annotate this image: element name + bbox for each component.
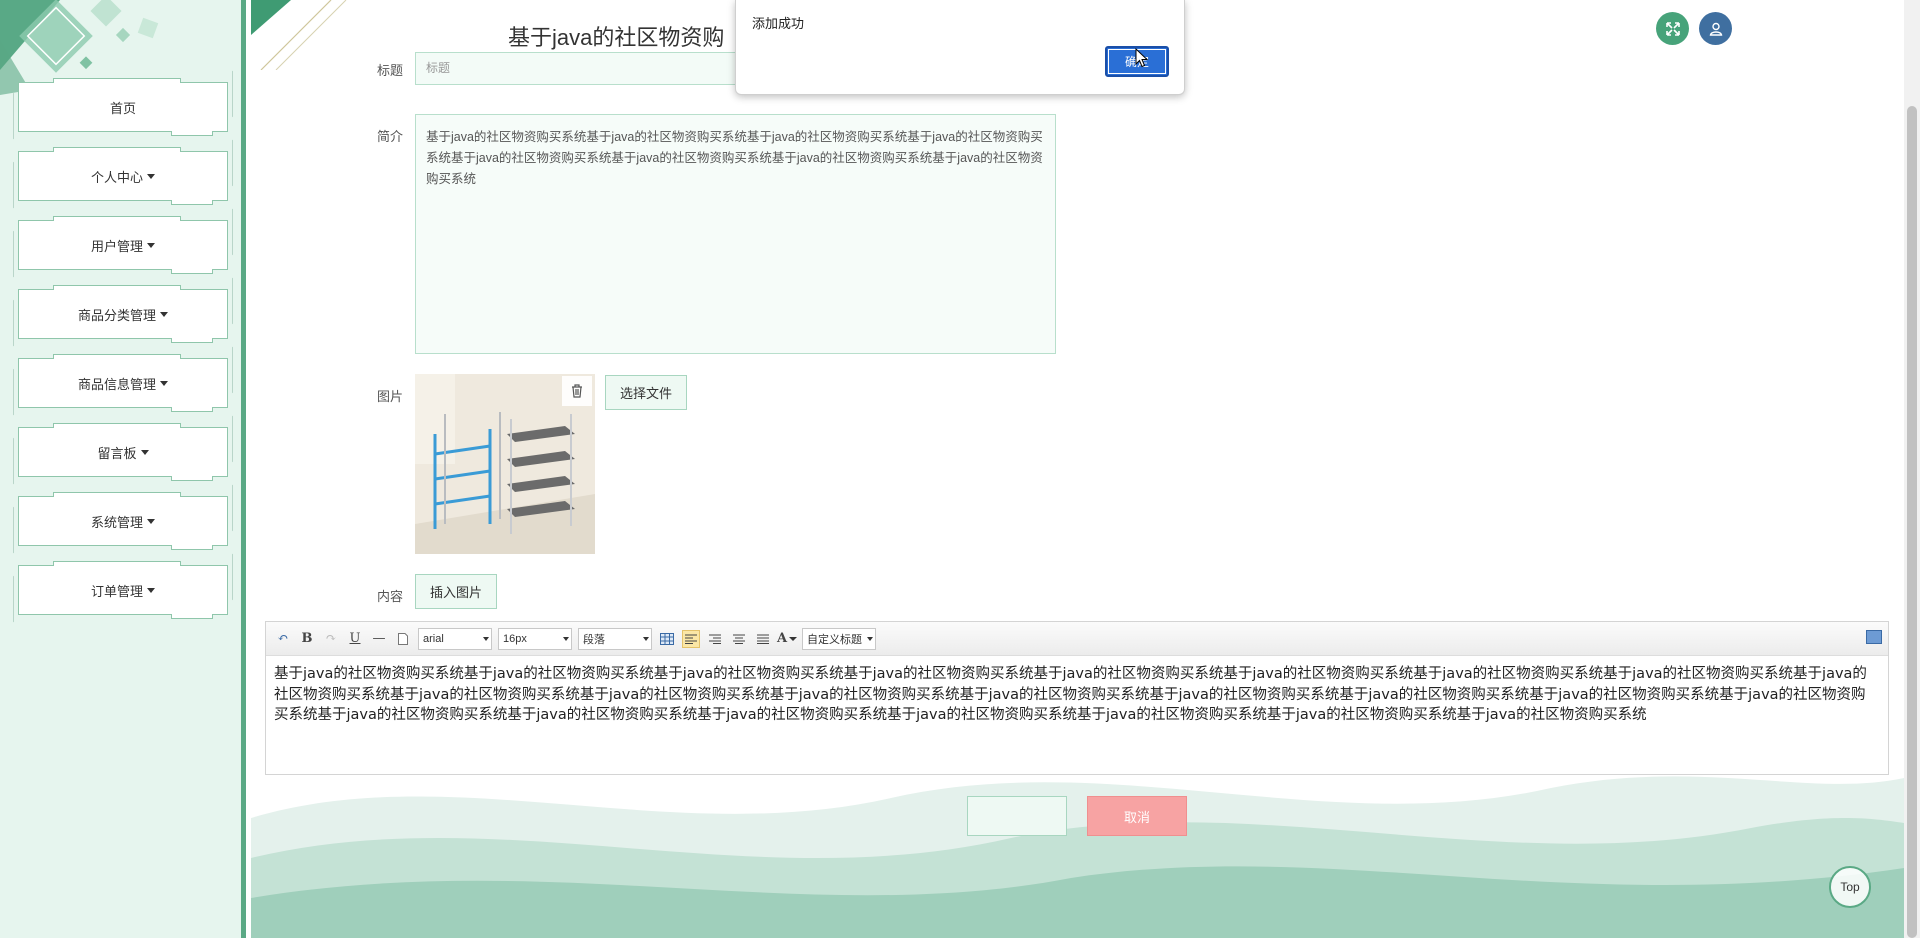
horizontal-rule-icon[interactable]: — [370,630,388,648]
caret-down-icon [147,587,155,593]
paragraph-select[interactable]: 段落 [578,627,652,650]
sidebar-item-user-management[interactable]: 用户管理 [18,216,228,274]
chevron-down-icon [643,636,649,641]
font-size-select[interactable]: 16px [498,627,572,650]
source-view-icon[interactable] [1866,630,1882,644]
sidebar-menu: 首页 个人中心 用户管理 商品分类管理 商品信息管理 留言板 系统管理 订单管理 [18,78,228,634]
underline-icon[interactable]: U [346,630,364,648]
sidebar-item-label: 系统管理 [90,514,143,530]
trash-icon [572,384,582,398]
sidebar-item-label: 留言板 [97,445,137,461]
table-icon[interactable] [658,630,676,648]
sidebar-item-label: 订单管理 [90,583,143,599]
sidebar-item-label: 首页 [109,100,136,116]
sidebar-item-product-management[interactable]: 商品信息管理 [18,354,228,412]
sidebar-item-label: 商品信息管理 [77,376,156,392]
sidebar-item-label: 商品分类管理 [77,307,156,323]
title-label: 标题 [377,63,404,78]
content-label: 内容 [377,589,404,604]
document-icon[interactable] [394,630,412,648]
header-icons [1656,12,1732,45]
back-to-top-button[interactable]: Top [1829,866,1871,908]
caret-down-icon [147,518,155,524]
caret-down-icon [140,449,149,455]
chevron-down-icon [483,636,489,641]
align-justify-icon[interactable] [754,630,772,648]
caret-down-icon [147,242,155,248]
custom-heading-select[interactable]: 自定义标题 [802,627,876,650]
sidebar: 首页 个人中心 用户管理 商品分类管理 商品信息管理 留言板 系统管理 订单管理 [0,0,246,938]
align-left-icon[interactable] [682,629,700,648]
undo-icon[interactable]: ↶ [274,630,292,648]
mouse-cursor-icon [1135,48,1149,68]
rich-text-editor: ↶ B ↷ U — arial 16px 段落 A 自定义标题 基于java的社… [265,621,1889,775]
align-right-icon[interactable] [706,630,724,648]
header-decoration [251,0,347,70]
alert-message: 添加成功 [752,16,805,31]
sidebar-item-message-board[interactable]: 留言板 [18,423,228,481]
sidebar-item-personal-center[interactable]: 个人中心 [18,147,228,205]
choose-file-button[interactable]: 选择文件 [605,375,687,410]
caret-down-icon [147,173,155,179]
cancel-button[interactable]: 取消 [1087,796,1187,836]
scrollbar-thumb[interactable] [1907,106,1917,938]
page-title: 基于java的社区物资购 [508,25,725,50]
delete-image-button[interactable] [562,376,592,406]
alert-dialog: 添加成功 确定 [735,0,1185,95]
bold-icon[interactable]: B [298,630,316,648]
caret-down-icon [160,311,168,317]
redo-icon[interactable]: ↷ [322,630,340,648]
font-color-icon[interactable]: A [777,630,798,648]
insert-image-button[interactable]: 插入图片 [415,574,497,609]
sidebar-item-category-management[interactable]: 商品分类管理 [18,285,228,343]
sidebar-item-home[interactable]: 首页 [18,78,228,136]
align-center-icon[interactable] [730,630,748,648]
sidebar-item-order-management[interactable]: 订单管理 [18,561,228,619]
intro-textarea[interactable]: 基于java的社区物资购买系统基于java的社区物资购买系统基于java的社区物… [415,114,1056,354]
page-scrollbar[interactable] [1904,0,1920,938]
sidebar-item-label: 用户管理 [90,238,143,254]
sidebar-item-system-management[interactable]: 系统管理 [18,492,228,550]
title-input[interactable]: 标题 [415,52,737,85]
chevron-down-icon [563,636,569,641]
main-content: 基于java的社区物资购 标题 标题 简介 基于java的社区物资购买系统基于j… [251,0,1904,938]
chevron-down-icon [867,636,873,641]
submit-button[interactable] [967,796,1067,836]
font-family-select[interactable]: arial [418,627,492,650]
background-waves [251,776,1904,938]
sidebar-item-label: 个人中心 [90,169,143,185]
fullscreen-icon[interactable] [1656,12,1689,45]
editor-toolbar: ↶ B ↷ U — arial 16px 段落 A 自定义标题 [266,622,1888,656]
editor-content[interactable]: 基于java的社区物资购买系统基于java的社区物资购买系统基于java的社区物… [266,656,1888,734]
intro-label: 简介 [377,129,404,144]
user-icon[interactable] [1699,12,1732,45]
caret-down-icon [160,380,168,386]
image-label: 图片 [377,389,404,404]
